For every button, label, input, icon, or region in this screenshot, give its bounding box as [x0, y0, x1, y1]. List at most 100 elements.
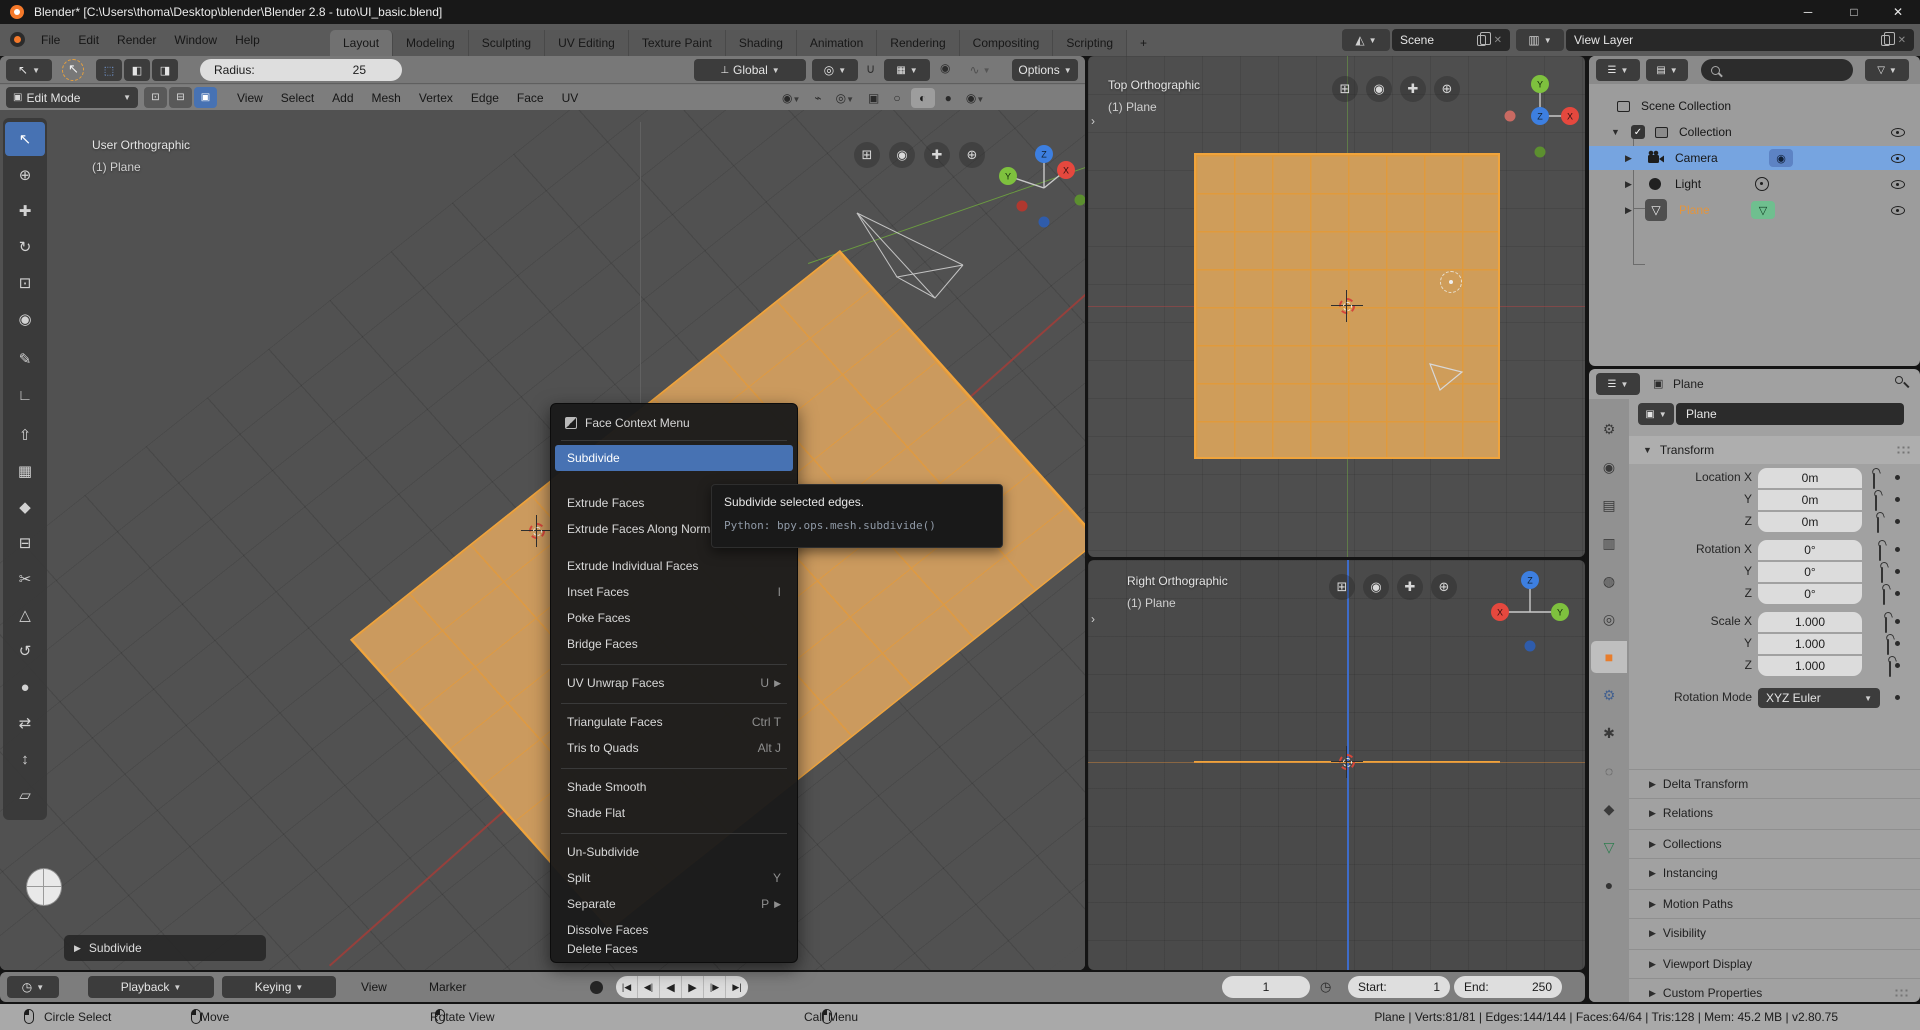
animate-dot-icon[interactable]: [1895, 475, 1900, 480]
right-pan-view-icon[interactable]: ✚: [1397, 574, 1423, 600]
right-grid-ortho-icon[interactable]: ⊞: [1329, 574, 1355, 600]
menu-item-uv-unwrap-faces[interactable]: UV Unwrap FacesU▶: [555, 670, 793, 696]
menu-item-un-subdivide[interactable]: Un-Subdivide: [555, 839, 793, 865]
keying-menu[interactable]: Keying▼: [222, 976, 336, 998]
mesh-data-badge[interactable]: ▽: [1751, 201, 1775, 219]
menu-item-split[interactable]: SplitY: [555, 865, 793, 891]
tab-uv-editing[interactable]: UV Editing: [545, 30, 629, 56]
new-view-layer-icon[interactable]: [1881, 35, 1890, 46]
light-object[interactable]: [1440, 271, 1462, 293]
menu-window[interactable]: Window: [165, 33, 226, 47]
animate-dot-icon[interactable]: [1895, 497, 1900, 502]
edge-select-button[interactable]: ⊟: [169, 87, 192, 108]
location-y-field[interactable]: 0m: [1758, 490, 1862, 510]
animate-dot-icon[interactable]: [1895, 695, 1900, 700]
animate-dot-icon[interactable]: [1895, 641, 1900, 646]
shading-material-icon[interactable]: ●: [941, 91, 956, 105]
menu-item-extrude-individual-faces[interactable]: Extrude Individual Faces: [555, 553, 793, 579]
tab-tool[interactable]: ⚙: [1591, 413, 1627, 445]
panel-instancing[interactable]: ▶Instancing: [1629, 858, 1920, 887]
lock-icon[interactable]: [1887, 639, 1889, 655]
lock-icon[interactable]: [1879, 545, 1881, 561]
view-object-types-dropdown[interactable]: ◉▼: [778, 91, 804, 105]
close-button[interactable]: ✕: [1876, 0, 1920, 24]
panel-delta-transform[interactable]: ▶Delta Transform: [1629, 769, 1920, 798]
tab-particles[interactable]: ✱: [1591, 717, 1627, 749]
menu-item-shade-flat[interactable]: Shade Flat: [555, 800, 793, 826]
tool-poly-build[interactable]: ↺: [5, 634, 45, 668]
location-z-field[interactable]: 0m: [1758, 512, 1862, 532]
right-camera-view-icon[interactable]: ◉: [1363, 574, 1389, 600]
add-workspace-button[interactable]: +: [1127, 30, 1160, 56]
rotation-z-field[interactable]: 0°: [1758, 584, 1862, 604]
disclosure-icon[interactable]: ▼: [1611, 127, 1620, 137]
pivot-point-dropdown[interactable]: ◎▼: [812, 59, 858, 81]
remove-view-layer-icon[interactable]: ✕: [1898, 35, 1906, 46]
disclosure-icon[interactable]: ▶: [1625, 153, 1632, 164]
top-zoom-view-icon[interactable]: ⊕: [1434, 76, 1460, 102]
tab-object-data[interactable]: ▽: [1591, 831, 1627, 863]
tab-texture-paint[interactable]: Texture Paint: [629, 30, 726, 56]
tab-scripting[interactable]: Scripting: [1053, 30, 1127, 56]
snap-magnet-icon[interactable]: ∪: [866, 61, 876, 77]
panel-viewport-display[interactable]: ▶Viewport Display: [1629, 949, 1920, 978]
menu-item-delete-faces[interactable]: Delete Faces: [555, 936, 793, 962]
menu-help[interactable]: Help: [226, 33, 269, 47]
viewport-menu-uv[interactable]: UV: [553, 91, 588, 105]
proportional-editing-icon[interactable]: ◉: [940, 61, 950, 75]
tool-bevel[interactable]: ⊟: [5, 526, 45, 560]
pan-view-icon[interactable]: ✚: [924, 142, 950, 168]
select-mode-new-button[interactable]: ⬚: [96, 59, 122, 81]
tab-animation[interactable]: Animation: [797, 30, 877, 56]
tab-shading[interactable]: Shading: [726, 30, 797, 56]
top-pan-view-icon[interactable]: ✚: [1400, 76, 1426, 102]
viewport-right-region[interactable]: Right Orthographic (1) Plane › ⊞ ◉ ✚ ⊕ Z…: [1088, 560, 1585, 970]
maximize-button[interactable]: □: [1832, 0, 1876, 24]
menu-item-tris-to-quads[interactable]: Tris to QuadsAlt J: [555, 735, 793, 761]
radius-field[interactable]: Radius: 25: [200, 59, 402, 81]
menu-item-triangulate-faces[interactable]: Triangulate FacesCtrl T: [555, 709, 793, 735]
timeline-menu-marker[interactable]: Marker: [420, 980, 475, 994]
animate-dot-icon[interactable]: [1895, 547, 1900, 552]
display-mode-dropdown[interactable]: ▤▼: [1646, 59, 1688, 81]
tab-compositing[interactable]: Compositing: [960, 30, 1054, 56]
jump-to-start-button[interactable]: |◀: [616, 976, 638, 998]
tool-spin[interactable]: ●: [5, 670, 45, 704]
tool-cursor[interactable]: ⊕: [5, 158, 45, 192]
panel-relations[interactable]: ▶Relations: [1629, 798, 1920, 827]
animate-dot-icon[interactable]: [1895, 663, 1900, 668]
viewport-menu-add[interactable]: Add: [323, 91, 362, 105]
outliner-search-input[interactable]: [1701, 59, 1853, 81]
menu-item-separate[interactable]: SeparateP▶: [555, 891, 793, 917]
tab-world[interactable]: ◎: [1591, 603, 1627, 635]
disclosure-icon[interactable]: ▶: [1625, 205, 1632, 216]
tool-extrude-region[interactable]: ▦: [5, 454, 45, 488]
use-preview-range-icon[interactable]: ◷: [1320, 979, 1331, 995]
tab-scene[interactable]: ◍: [1591, 565, 1627, 597]
outliner-row-scene-collection[interactable]: Scene Collection: [1589, 94, 1920, 118]
menu-item-bridge-faces[interactable]: Bridge Faces: [555, 631, 793, 657]
outliner-row-collection[interactable]: ▼ ✓ Collection: [1589, 120, 1920, 144]
playback-menu[interactable]: Playback▼: [88, 976, 214, 998]
menu-item-poke-faces[interactable]: Poke Faces: [555, 605, 793, 631]
scale-y-field[interactable]: 1.000: [1758, 634, 1862, 654]
scene-selector[interactable]: Scene ✕: [1392, 29, 1510, 51]
shading-rendered-dropdown[interactable]: ◉▼: [962, 91, 988, 105]
lock-icon[interactable]: [1873, 473, 1875, 489]
panel-collections[interactable]: ▶Collections: [1629, 829, 1920, 858]
region-chevron-icon[interactable]: ›: [1091, 612, 1095, 626]
tab-sculpting[interactable]: Sculpting: [469, 30, 545, 56]
view-layer-selector[interactable]: View Layer ✕: [1566, 29, 1914, 51]
menu-item-shade-smooth[interactable]: Shade Smooth: [555, 774, 793, 800]
right-zoom-view-icon[interactable]: ⊕: [1431, 574, 1457, 600]
play-reverse-button[interactable]: ◀: [660, 976, 682, 998]
tool-edge-slide[interactable]: ↕: [5, 742, 45, 776]
outliner-row-camera[interactable]: ▶ Camera ◉: [1589, 146, 1920, 170]
record-button[interactable]: [590, 981, 603, 994]
shading-wireframe-icon[interactable]: ○: [889, 91, 904, 105]
menu-item-inset-faces[interactable]: Inset FacesI: [555, 579, 793, 605]
light-data-badge[interactable]: [1755, 177, 1769, 191]
vertex-select-button[interactable]: ⊡: [144, 87, 167, 108]
tool-shrink-fatten[interactable]: ▱: [5, 778, 45, 812]
new-scene-icon[interactable]: [1477, 35, 1486, 46]
